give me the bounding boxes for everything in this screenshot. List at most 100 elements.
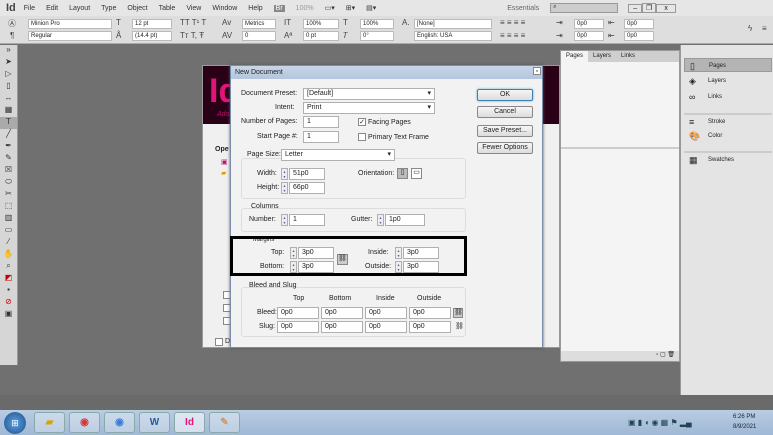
rectangle-frame-tool-icon[interactable]: ☒ — [0, 165, 17, 177]
height-input[interactable]: 66p0 — [289, 182, 325, 194]
dialog-close-icon[interactable]: ▫ — [533, 67, 541, 75]
bleed-outside-input[interactable]: 0p0 — [409, 307, 451, 319]
view-options-icon[interactable]: ⊞▾ — [346, 4, 355, 12]
slug-top-input[interactable]: 0p0 — [277, 321, 319, 333]
link-slug-icon[interactable]: ⛓ — [455, 322, 464, 330]
bridge-icon[interactable]: Br — [273, 4, 285, 12]
intent-select[interactable]: Print — [303, 102, 435, 114]
line-tool-icon[interactable]: ╱ — [0, 129, 17, 141]
indesign-file-icon[interactable]: ▣ — [221, 158, 228, 166]
horizontal-scale-field[interactable]: 100% — [360, 19, 394, 29]
arrange-icon[interactable]: ▤▾ — [366, 4, 376, 12]
gutter-input[interactable]: 1p0 — [385, 214, 425, 226]
document-preset-select[interactable]: [Default] — [303, 88, 435, 100]
dock-links[interactable]: ∞ Links — [684, 90, 772, 104]
baseline-shift-field[interactable]: 0 pt — [303, 31, 339, 41]
small-caps-icon[interactable]: Tт T, Ŧ — [180, 31, 204, 40]
menu-layout[interactable]: Layout — [69, 5, 90, 12]
dock-color[interactable]: 🎨 Color — [684, 129, 772, 143]
menu-object[interactable]: Object — [127, 5, 147, 12]
paragraph-mode-icon[interactable]: ¶ — [10, 31, 14, 40]
scissors-tool-icon[interactable]: ✂ — [0, 189, 17, 201]
link-bleed-icon[interactable]: ⛓ — [453, 308, 463, 318]
dock-swatches[interactable]: ▦ Swatches — [684, 151, 772, 165]
justify-icon[interactable]: ≡ ≡ ≡ ≡ — [500, 31, 525, 40]
apply-color-icon[interactable]: ▪ — [0, 285, 17, 297]
last-line-indent-field[interactable]: 0p0 — [624, 31, 654, 41]
type-tool-icon[interactable]: T — [0, 117, 17, 129]
zoom-level[interactable]: 100% — [296, 5, 314, 12]
dock-layers[interactable]: ◈ Layers — [684, 74, 772, 88]
tab-links[interactable]: Links — [616, 51, 640, 62]
apply-none-icon[interactable]: ⊘ — [0, 297, 17, 309]
search-input[interactable]: ⌕ — [550, 3, 619, 13]
menu-table[interactable]: Table — [159, 5, 176, 12]
tab-layers[interactable]: Layers — [588, 51, 616, 62]
taskbar-word-icon[interactable]: W — [139, 412, 170, 433]
gap-tool-icon[interactable]: ↔ — [0, 93, 17, 105]
cancel-button[interactable]: Cancel — [477, 106, 533, 118]
eyedropper-tool-icon[interactable]: ⁄ — [0, 237, 17, 249]
number-of-pages-input[interactable]: 1 — [303, 116, 339, 128]
fewer-options-button[interactable]: Fewer Options — [477, 142, 533, 154]
taskbar-chrome-canary-icon[interactable]: ◉ — [104, 412, 135, 433]
menu-edit[interactable]: Edit — [46, 5, 58, 12]
vertical-scale-field[interactable]: 100% — [303, 19, 339, 29]
clock-time[interactable]: 6:26 PM — [733, 414, 755, 420]
right-indent-field[interactable]: 0p0 — [624, 19, 654, 29]
bleed-bottom-input[interactable]: 0p0 — [321, 307, 363, 319]
lightning-icon[interactable]: ϟ — [748, 24, 752, 33]
align-left-icon[interactable]: ≡ ≡ ≡ ≡ — [500, 18, 525, 27]
first-line-indent-field[interactable]: 0p0 — [574, 31, 604, 41]
dont-show-checkbox[interactable] — [215, 338, 223, 346]
width-stepper[interactable]: ▴ ▾ — [281, 168, 288, 180]
gutter-stepper[interactable]: ▴ ▾ — [377, 214, 384, 226]
dock-stroke[interactable]: ≡ Stroke — [684, 113, 772, 127]
minimize-button[interactable]: – — [628, 3, 643, 13]
pencil-tool-icon[interactable]: ✎ — [0, 153, 17, 165]
facing-pages-checkbox[interactable]: ✓ — [358, 118, 366, 126]
dock-pages[interactable]: ▯ Pages — [684, 58, 772, 72]
menu-type[interactable]: Type — [101, 5, 116, 12]
ok-button[interactable]: OK — [477, 89, 533, 101]
character-style-select[interactable]: [None] — [414, 19, 492, 29]
taskbar-paint-icon[interactable]: ✎ — [209, 412, 240, 433]
pen-tool-icon[interactable]: ✒ — [0, 141, 17, 153]
hand-tool-icon[interactable]: ✋ — [0, 249, 17, 261]
system-tray-icons[interactable]: ▣ ▮ ◖ ◉ ▦ ⚑ ▂▄ — [628, 418, 692, 427]
free-transform-tool-icon[interactable]: ⬚ — [0, 201, 17, 213]
skew-field[interactable]: 0° — [360, 31, 394, 41]
bleed-inside-input[interactable]: 0p0 — [365, 307, 407, 319]
note-tool-icon[interactable]: ▭ — [0, 225, 17, 237]
panel-menu-icon[interactable]: ≡ — [762, 24, 767, 33]
start-page-input[interactable]: 1 — [303, 131, 339, 143]
taskbar-indesign-icon[interactable]: Id — [174, 412, 205, 433]
restore-button[interactable]: ❐ — [642, 3, 657, 13]
menu-view[interactable]: View — [186, 5, 201, 12]
slug-bottom-input[interactable]: 0p0 — [321, 321, 363, 333]
primary-text-frame-checkbox[interactable] — [358, 133, 366, 141]
character-mode-icon[interactable]: Ⓐ — [8, 18, 16, 29]
new-page-icon[interactable]: ▫ ▢ 🗑 — [656, 352, 675, 358]
workspace-switcher[interactable]: Essentials — [507, 5, 539, 12]
zoom-tool-icon[interactable]: ⌕ — [0, 261, 17, 273]
collapse-icon[interactable]: » — [0, 45, 17, 57]
columns-stepper[interactable]: ▴ ▾ — [281, 214, 288, 226]
left-indent-field[interactable]: 0p0 — [574, 19, 604, 29]
slug-outside-input[interactable]: 0p0 — [409, 321, 451, 333]
font-family-select[interactable]: Minion Pro — [28, 19, 112, 29]
width-input[interactable]: 51p0 — [289, 168, 325, 180]
selection-tool-icon[interactable]: ➤ — [0, 57, 17, 69]
landscape-orientation-icon[interactable]: ▭ — [411, 168, 422, 179]
language-select[interactable]: English: USA — [414, 31, 492, 41]
slug-inside-input[interactable]: 0p0 — [365, 321, 407, 333]
close-button[interactable]: x — [656, 3, 677, 13]
gradient-tool-icon[interactable]: ▥ — [0, 213, 17, 225]
clock-date[interactable]: 8/9/2021 — [733, 424, 756, 430]
start-button[interactable]: ⊞ — [4, 412, 26, 434]
fill-stroke-icon[interactable]: ◩ — [0, 273, 17, 285]
bleed-top-input[interactable]: 0p0 — [277, 307, 319, 319]
tab-pages[interactable]: Pages — [561, 51, 589, 62]
page-tool-icon[interactable]: ▯ — [0, 81, 17, 93]
screen-mode-icon[interactable]: ▭▾ — [325, 4, 335, 12]
